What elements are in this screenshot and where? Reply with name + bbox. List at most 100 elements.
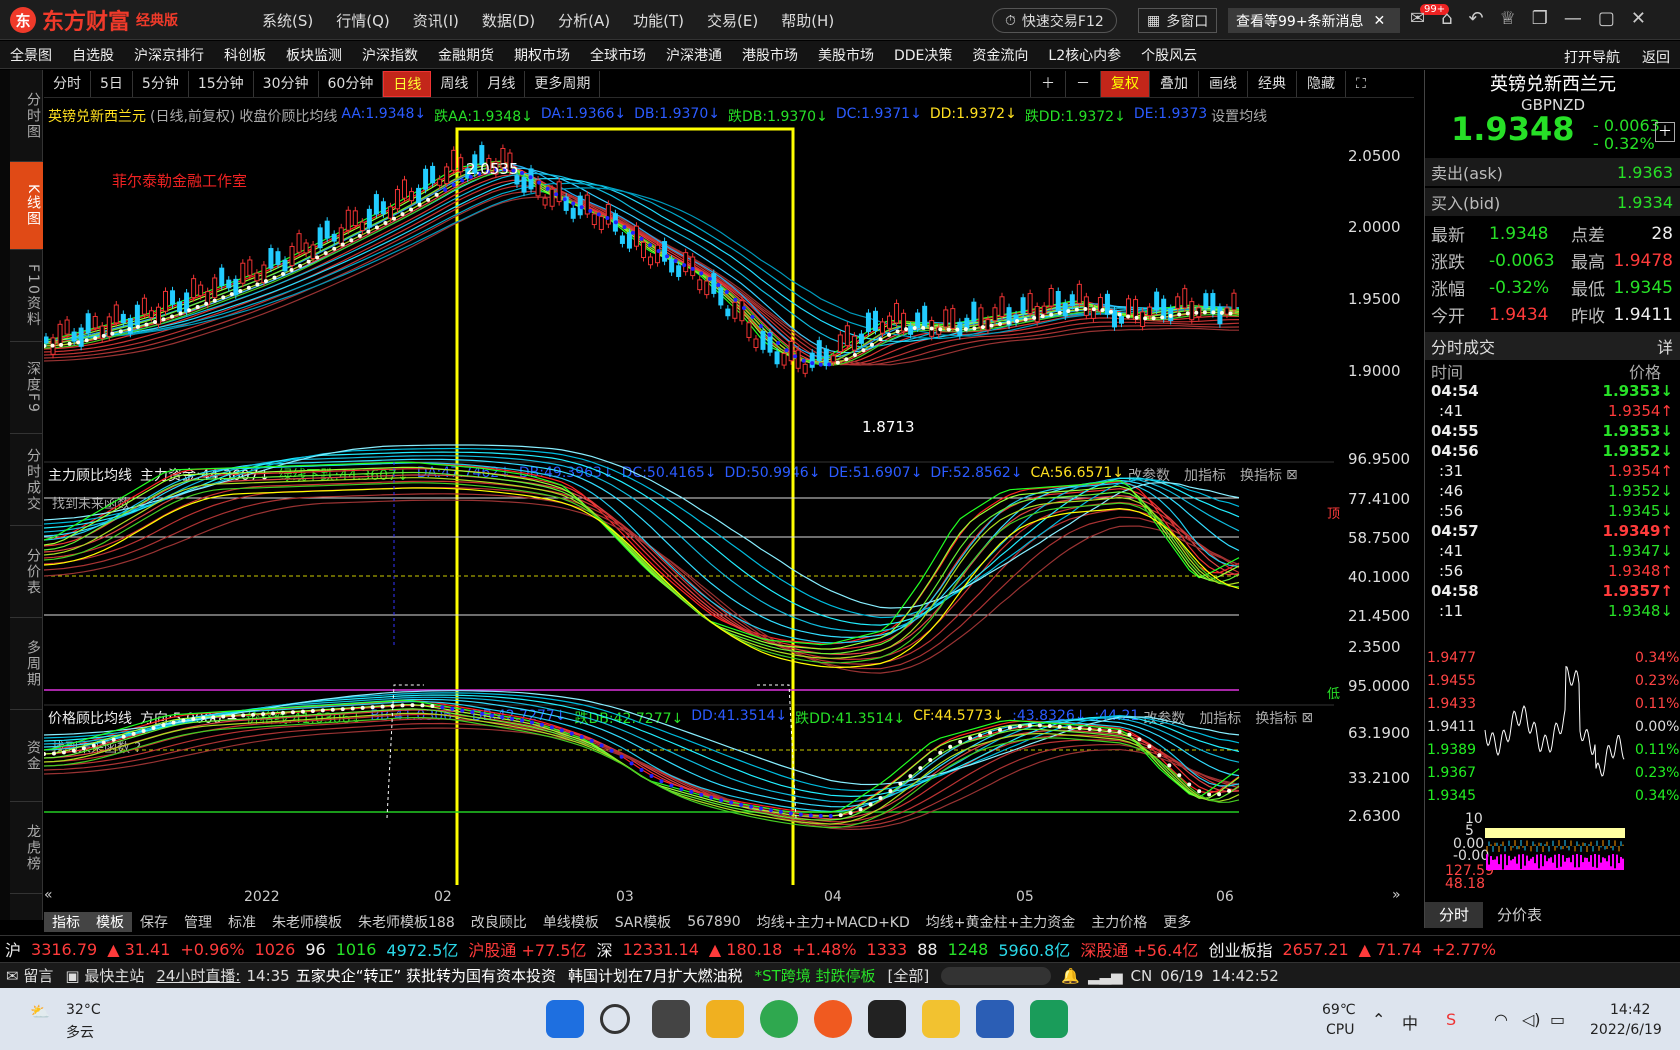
detail-button[interactable]: 详 — [1657, 334, 1673, 358]
menu-item[interactable]: 系统(S) — [262, 10, 313, 31]
template-item[interactable]: 主力价格 — [1083, 912, 1155, 932]
side-tab[interactable]: F10资料 — [10, 250, 43, 342]
template-item[interactable]: 均线+黄金柱+主力资金 — [918, 912, 1083, 932]
shirt-icon[interactable]: ♕ — [1500, 8, 1516, 29]
period-tab[interactable]: 分时 — [44, 70, 91, 97]
menu-item[interactable]: 资讯(I) — [413, 10, 459, 31]
template-item[interactable]: 567890 — [679, 914, 748, 930]
task-view-icon[interactable] — [652, 1000, 690, 1038]
news-headline[interactable]: 五家央企“转正” 获批转为国有资本投资 — [290, 965, 562, 986]
template-item[interactable]: 均线+主力+MACD+KD — [749, 912, 918, 932]
stock-alert[interactable]: *ST跨境 封跌停板 — [749, 965, 882, 986]
template-item[interactable]: 标准 — [220, 912, 264, 932]
template-item[interactable]: 更多 — [1155, 912, 1199, 932]
period-tab[interactable]: 周线 — [431, 70, 479, 97]
close-window-icon[interactable]: ✕ — [1631, 8, 1646, 29]
live-label[interactable]: 24小时直播: — [150, 965, 246, 986]
zoom-out-icon[interactable]: － — [1065, 71, 1100, 97]
maximize-icon[interactable]: ▢ — [1598, 8, 1615, 29]
adjust-button[interactable]: 复权 — [1100, 71, 1149, 97]
side-tab[interactable]: 分时图 — [10, 70, 43, 162]
draw-button[interactable]: 画线 — [1198, 71, 1247, 97]
nav-item[interactable]: 全球市场 — [580, 45, 656, 65]
period-tab[interactable]: 5日 — [91, 70, 133, 97]
search-icon[interactable] — [600, 1004, 630, 1034]
template-item[interactable]: 指标 — [44, 912, 88, 932]
side-tab[interactable]: 深度F9 — [10, 342, 43, 434]
eastmoney-icon[interactable] — [814, 1000, 852, 1038]
message-bar[interactable]: 查看等99+条新消息 ✕ — [1228, 8, 1400, 33]
side-tab[interactable]: 分时成交 — [10, 434, 43, 526]
menu-item[interactable]: 行情(Q) — [336, 10, 390, 31]
side-tab[interactable]: 分价表 — [10, 526, 43, 618]
close-icon[interactable]: ✕ — [1374, 13, 1386, 29]
menu-item[interactable]: 帮助(H) — [781, 10, 834, 31]
start-icon[interactable] — [546, 1000, 584, 1038]
period-tab[interactable]: 日线 — [383, 70, 432, 97]
side-tab[interactable]: 龙虎榜 — [10, 802, 43, 894]
nav-item[interactable]: L2核心内参 — [1038, 45, 1131, 65]
nav-item[interactable]: 沪深京排行 — [124, 45, 214, 65]
nav-item[interactable]: 自选股 — [62, 45, 124, 65]
nav-right-item[interactable]: 返回 — [1642, 47, 1670, 67]
menu-item[interactable]: 数据(D) — [482, 10, 535, 31]
nav-item[interactable]: 全景图 — [0, 45, 62, 65]
nav-item[interactable]: 个股风云 — [1131, 45, 1207, 65]
template-item[interactable]: 朱老师模板188 — [350, 912, 463, 932]
panel-tab[interactable]: 分时 — [1425, 902, 1484, 928]
minimize-icon[interactable]: — — [1564, 8, 1582, 29]
side-tab[interactable]: 多周期 — [10, 618, 43, 710]
all-news-link[interactable]: [全部] — [882, 965, 936, 986]
tray-app-icon[interactable]: S — [1446, 1010, 1456, 1029]
word-icon[interactable] — [976, 1000, 1014, 1038]
nav-right-item[interactable]: 打开导航 — [1564, 47, 1620, 67]
server-link[interactable]: ▣ 最快主站 — [59, 965, 150, 986]
menu-item[interactable]: 交易(E) — [707, 10, 758, 31]
period-tab[interactable]: 月线 — [478, 70, 526, 97]
nav-item[interactable]: DDE决策 — [884, 45, 962, 65]
template-item[interactable]: 模板 — [88, 912, 132, 932]
volume-icon[interactable]: ◁) — [1522, 1010, 1541, 1029]
zoom-in-icon[interactable]: ＋ — [1030, 71, 1065, 97]
home-icon[interactable]: ⌂ — [1441, 8, 1452, 29]
nav-item[interactable]: 港股市场 — [732, 45, 808, 65]
multi-window-button[interactable]: ▦ 多窗口 — [1138, 8, 1218, 33]
scroll-left-icon[interactable]: « — [44, 887, 53, 903]
chevron-up-icon[interactable]: ⌃ — [1372, 1010, 1385, 1029]
battery-icon[interactable]: ▭ — [1550, 1010, 1565, 1029]
quick-trade-button[interactable]: ⏱ 快速交易F12 — [992, 8, 1117, 33]
period-tab[interactable]: 60分钟 — [319, 70, 384, 97]
chart-area[interactable] — [44, 100, 1334, 885]
menu-item[interactable]: 功能(T) — [633, 10, 684, 31]
nav-item[interactable]: 金融期货 — [428, 45, 504, 65]
menu-item[interactable]: 分析(A) — [558, 10, 610, 31]
template-item[interactable]: 单线模板 — [535, 912, 607, 932]
nav-item[interactable]: 科创板 — [214, 45, 276, 65]
side-tab[interactable]: K线图 — [10, 162, 43, 250]
browser-icon[interactable] — [760, 1000, 798, 1038]
nav-item[interactable]: 期权市场 — [504, 45, 580, 65]
folder-icon[interactable] — [922, 1000, 960, 1038]
nav-item[interactable]: 美股市场 — [808, 45, 884, 65]
template-item[interactable]: 朱老师模板 — [264, 912, 350, 932]
add-icon[interactable]: ＋ — [1655, 122, 1675, 142]
fullscreen-icon[interactable]: ⛶ — [1345, 71, 1376, 97]
nav-item[interactable]: 资金流向 — [962, 45, 1038, 65]
restore-icon[interactable]: ❐ — [1532, 8, 1548, 29]
period-tab[interactable]: 5分钟 — [133, 70, 189, 97]
wifi-icon[interactable]: ◠ — [1494, 1010, 1508, 1029]
template-item[interactable]: 改良顾比 — [463, 912, 535, 932]
search-input[interactable] — [941, 966, 1052, 985]
hide-button[interactable]: 隐藏 — [1296, 71, 1345, 97]
snip-icon[interactable] — [706, 1000, 744, 1038]
scroll-right-icon[interactable]: » — [1392, 887, 1401, 903]
nav-item[interactable]: 沪深指数 — [352, 45, 428, 65]
ime-icon[interactable]: 中 — [1402, 1010, 1418, 1034]
period-tab[interactable]: 15分钟 — [189, 70, 254, 97]
bell-icon[interactable]: 🔔 — [1057, 967, 1084, 985]
mail-icon[interactable]: ✉ — [1410, 8, 1425, 29]
pdf-icon[interactable] — [1030, 1000, 1068, 1038]
template-item[interactable]: 管理 — [176, 912, 220, 932]
nav-item[interactable]: 板块监测 — [276, 45, 352, 65]
nav-item[interactable]: 沪深港通 — [656, 45, 732, 65]
